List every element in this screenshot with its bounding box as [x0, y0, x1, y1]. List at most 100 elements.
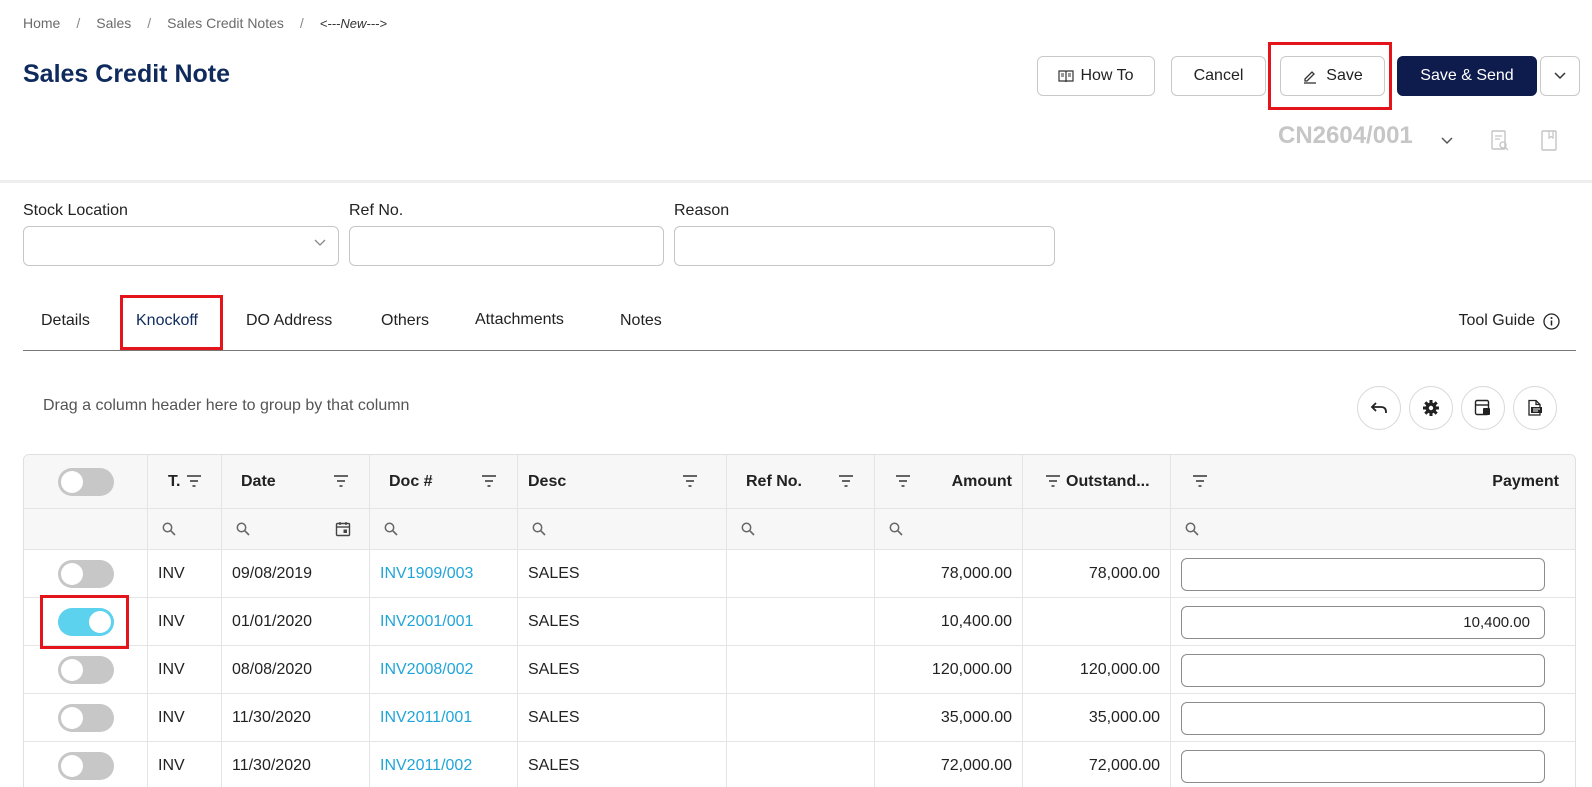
filter-cell-payment[interactable] — [1171, 509, 1575, 549]
grid-settings-button[interactable] — [1409, 386, 1453, 430]
column-header-ref-no[interactable]: Ref No. — [727, 455, 875, 508]
cell-outstanding — [1023, 598, 1171, 645]
filter-icon[interactable] — [682, 475, 698, 487]
cell-amount: 120,000.00 — [875, 646, 1023, 693]
column-header-date[interactable]: Date — [222, 455, 370, 508]
cell-amount: 72,000.00 — [875, 742, 1023, 787]
filter-icon[interactable] — [838, 475, 854, 487]
column-header-desc[interactable]: Desc — [518, 455, 727, 508]
group-by-hint: Drag a column header here to group by th… — [43, 397, 410, 414]
payment-input[interactable] — [1181, 750, 1545, 783]
filter-cell-ref-no[interactable] — [727, 509, 875, 549]
cell-doc-link[interactable]: INV1909/003 — [370, 550, 518, 597]
cell-ref-no — [727, 742, 875, 787]
cell-doc-link[interactable]: INV2001/001 — [370, 598, 518, 645]
filter-icon[interactable] — [895, 475, 911, 487]
cell-doc-link[interactable]: INV2011/002 — [370, 742, 518, 787]
cell-doc-link[interactable]: INV2008/002 — [370, 646, 518, 693]
column-header-payment[interactable]: Payment — [1171, 455, 1575, 508]
tab-notes[interactable]: Notes — [620, 312, 662, 330]
search-icon — [236, 522, 250, 536]
grid-filter-row — [24, 509, 1575, 550]
bookmark-icon — [1541, 130, 1557, 151]
cell-payment — [1171, 646, 1575, 693]
row-select-cell — [24, 646, 148, 693]
cell-outstanding: 78,000.00 — [1023, 550, 1171, 597]
column-header-type[interactable]: T. — [148, 455, 222, 508]
cell-ref-no — [727, 694, 875, 741]
cell-desc: SALES — [518, 742, 727, 787]
table-row: INV 11/30/2020 INV2011/002 SALES 72,000.… — [24, 742, 1575, 787]
breadcrumb-home[interactable]: Home — [23, 15, 60, 31]
reason-input[interactable] — [674, 226, 1055, 266]
cell-desc: SALES — [518, 694, 727, 741]
cell-ref-no — [727, 598, 875, 645]
tab-do-address[interactable]: DO Address — [246, 312, 332, 330]
cell-amount: 10,400.00 — [875, 598, 1023, 645]
cell-date: 08/08/2020 — [222, 646, 370, 693]
row-select-toggle[interactable] — [57, 751, 114, 780]
breadcrumb-sales-credit-notes[interactable]: Sales Credit Notes — [167, 15, 284, 31]
payment-input[interactable] — [1181, 654, 1545, 687]
select-all-toggle[interactable] — [57, 467, 114, 496]
how-to-label: How To — [1080, 67, 1134, 84]
filter-icon[interactable] — [481, 475, 497, 487]
breadcrumb-sales[interactable]: Sales — [96, 15, 131, 31]
column-chooser-button[interactable] — [1461, 386, 1505, 430]
payment-input[interactable] — [1181, 558, 1545, 591]
filter-icon[interactable] — [1192, 475, 1208, 487]
row-select-toggle[interactable] — [57, 559, 114, 588]
cell-outstanding: 120,000.00 — [1023, 646, 1171, 693]
row-select-toggle[interactable] — [57, 655, 114, 684]
tool-guide-link[interactable]: Tool Guide — [1459, 312, 1561, 330]
stock-location-select[interactable] — [23, 226, 339, 266]
document-preview-icon[interactable] — [1490, 130, 1510, 157]
column-header-doc[interactable]: Doc # — [370, 455, 518, 508]
export-button[interactable] — [1513, 386, 1557, 430]
cell-doc-link[interactable]: INV2011/001 — [370, 694, 518, 741]
cell-payment: 10,400.00 — [1171, 598, 1575, 645]
how-to-button[interactable]: How To — [1037, 56, 1155, 96]
filter-icon[interactable] — [186, 475, 202, 487]
payment-input[interactable]: 10,400.00 — [1181, 606, 1545, 639]
tab-others[interactable]: Others — [381, 312, 429, 330]
cell-amount: 78,000.00 — [875, 550, 1023, 597]
column-header-amount[interactable]: Amount — [875, 455, 1023, 508]
select-all-cell — [24, 455, 148, 508]
filter-cell-doc[interactable] — [370, 509, 518, 549]
cell-desc: SALES — [518, 646, 727, 693]
ref-no-input[interactable] — [349, 226, 664, 266]
filter-cell-date[interactable] — [222, 509, 370, 549]
search-icon — [162, 522, 176, 536]
filter-cell-outstanding — [1023, 509, 1171, 549]
toggle-knob — [60, 562, 83, 585]
filter-cell-desc[interactable] — [518, 509, 727, 549]
tab-details[interactable]: Details — [41, 312, 90, 330]
tab-attachments[interactable]: Attachments — [475, 311, 564, 329]
filter-cell-amount[interactable] — [875, 509, 1023, 549]
search-icon — [889, 522, 903, 536]
info-icon — [1543, 312, 1560, 330]
row-select-toggle[interactable] — [57, 703, 114, 732]
filter-icon[interactable] — [333, 475, 349, 487]
filter-icon[interactable] — [1045, 475, 1061, 487]
cell-outstanding: 35,000.00 — [1023, 694, 1171, 741]
calendar-icon[interactable] — [335, 521, 351, 537]
toggle-knob — [60, 754, 83, 777]
breadcrumb-separator: / — [76, 15, 81, 31]
document-number-dropdown[interactable] — [1441, 132, 1453, 148]
breadcrumb-separator: / — [147, 15, 152, 31]
column-header-outstanding[interactable]: Outstand... — [1023, 455, 1171, 508]
document-bookmark-icon[interactable] — [1540, 130, 1558, 157]
page-title: Sales Credit Note — [23, 60, 231, 88]
cancel-button[interactable]: Cancel — [1171, 56, 1266, 96]
undo-button[interactable] — [1357, 386, 1401, 430]
filter-cell-type[interactable] — [148, 509, 222, 549]
more-actions-button[interactable] — [1540, 56, 1580, 96]
stock-location-label: Stock Location — [23, 202, 128, 219]
payment-input[interactable] — [1181, 702, 1545, 735]
book-icon — [1058, 70, 1075, 83]
save-and-send-button[interactable]: Save & Send — [1397, 56, 1537, 96]
cell-type: INV — [148, 742, 222, 787]
cell-date: 11/30/2020 — [222, 742, 370, 787]
